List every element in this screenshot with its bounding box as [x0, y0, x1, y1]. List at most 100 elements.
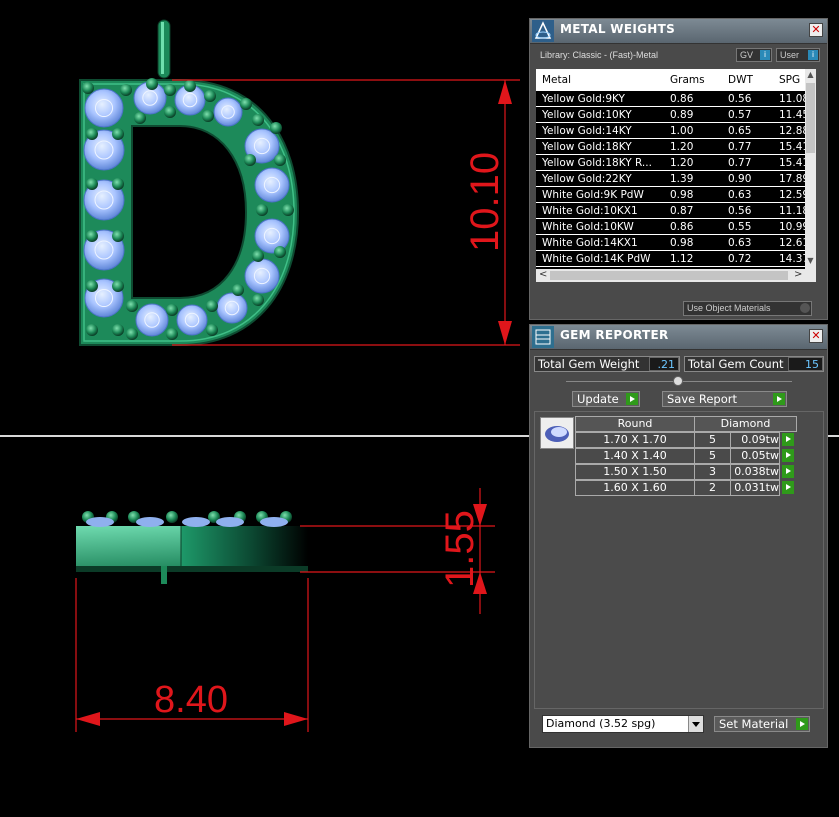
set-material-button[interactable]: Set Material	[714, 716, 810, 732]
scroll-right-icon[interactable]: >	[794, 269, 802, 280]
col-header-grams[interactable]: Grams	[670, 74, 705, 86]
metal-row[interactable]: White Gold:9K PdW 0.98 0.63 12.59	[536, 187, 809, 203]
prong-bead	[86, 280, 98, 292]
dwt-cell: 0.56	[728, 93, 752, 105]
prong-bead	[126, 300, 138, 312]
gem-shape-header: Round	[575, 416, 695, 432]
grams-cell: 1.39	[670, 173, 694, 185]
chevron-down-icon[interactable]	[688, 716, 703, 732]
round-diamond-thumbnail[interactable]	[540, 417, 574, 449]
metal-name-cell: Yellow Gold:18KY R...	[542, 157, 652, 169]
metal-row[interactable]: Yellow Gold:18KY R... 1.20 0.77 15.41	[536, 155, 809, 171]
user-info-icon: i	[808, 50, 818, 60]
col-header-dwt[interactable]: DWT	[728, 74, 753, 86]
metal-row[interactable]: White Gold:14KX1 0.98 0.63 12.61	[536, 235, 809, 251]
scroll-down-icon[interactable]: ▼	[806, 257, 815, 265]
prong-bead	[86, 324, 98, 336]
dwt-cell: 0.77	[728, 141, 752, 153]
prong-bead	[252, 114, 264, 126]
metal-row[interactable]: Yellow Gold:14KY 1.00 0.65 12.88	[536, 123, 809, 139]
prong-bead	[244, 154, 256, 166]
splitter-handle[interactable]	[673, 376, 683, 386]
gem-material-header: Diamond	[694, 416, 797, 432]
side-gem	[216, 517, 244, 527]
update-label: Update	[577, 392, 619, 406]
gem	[135, 303, 169, 337]
dwt-cell: 0.63	[728, 237, 752, 249]
prong-bead	[206, 300, 218, 312]
metal-row[interactable]: Yellow Gold:22KY 1.39 0.90 17.89	[536, 171, 809, 187]
metal-table[interactable]: Metal Grams DWT SPG Yellow Gold:9KY 0.86 0…	[536, 69, 816, 269]
prong-bead	[206, 324, 218, 336]
gem-reporter-titlebar[interactable]: GEM REPORTER ✕	[530, 325, 827, 350]
gem-weight-cell: 0.05tw	[730, 448, 780, 464]
gem-weight-cell: 0.031tw	[730, 480, 780, 496]
prong-bead	[126, 328, 138, 340]
gem	[176, 304, 208, 336]
hscroll-thumb[interactable]	[550, 271, 788, 280]
gem-row-go-icon[interactable]	[782, 481, 794, 494]
gem-reporter-title: GEM REPORTER	[560, 328, 669, 342]
gem-size-cell: 1.60 X 1.60	[575, 480, 695, 496]
update-button[interactable]: Update	[572, 391, 640, 407]
metal-table-hscroll[interactable]: < >	[536, 269, 816, 282]
gv-toggle[interactable]: GV i	[736, 48, 772, 62]
grams-cell: 0.89	[670, 109, 694, 121]
prong-bead	[146, 78, 158, 90]
metal-row[interactable]: Yellow Gold:10KY 0.89 0.57 11.45	[536, 107, 809, 123]
prong-bead	[204, 90, 216, 102]
prong-bead	[166, 304, 178, 316]
update-go-icon	[626, 393, 638, 405]
gem-row-go-icon[interactable]	[782, 449, 794, 462]
col-header-spg[interactable]: SPG	[779, 74, 800, 86]
gem	[216, 292, 248, 324]
vscroll-thumb[interactable]	[806, 83, 815, 153]
metal-name-cell: Yellow Gold:10KY	[542, 109, 632, 121]
gem-row-go-icon[interactable]	[782, 433, 794, 446]
metal-table-vscroll[interactable]: ▲ ▼	[805, 69, 816, 269]
col-header-metal[interactable]: Metal	[542, 74, 571, 86]
metal-row[interactable]: Yellow Gold:9KY 0.86 0.56 11.08	[536, 91, 809, 107]
prong-bead	[256, 204, 268, 216]
gem-reporter-close-icon[interactable]: ✕	[809, 329, 823, 343]
dwt-cell: 0.90	[728, 173, 752, 185]
metal-name-cell: Yellow Gold:9KY	[542, 93, 625, 105]
gem-row-go-icon[interactable]	[782, 465, 794, 478]
prong-bead	[112, 230, 124, 242]
prong-bead	[86, 230, 98, 242]
gem-count-cell: 3	[694, 464, 731, 480]
gem	[84, 88, 124, 128]
scroll-up-icon[interactable]: ▲	[806, 71, 815, 79]
round-gem-icon	[545, 426, 569, 442]
material-select[interactable]: Diamond (3.52 spg)	[542, 715, 704, 733]
grams-cell: 0.98	[670, 189, 694, 201]
grams-cell: 0.87	[670, 205, 694, 217]
prong-bead	[274, 246, 286, 258]
metal-row[interactable]: White Gold:10KW 0.86 0.55 10.99	[536, 219, 809, 235]
prong-bead	[166, 328, 178, 340]
prong-bead	[184, 80, 196, 92]
set-material-go-icon	[796, 718, 808, 730]
metal-weights-close-icon[interactable]: ✕	[809, 23, 823, 37]
metal-row[interactable]: White Gold:10KX1 0.87 0.56 11.18	[536, 203, 809, 219]
dwt-cell: 0.57	[728, 109, 752, 121]
dim-height-top-value: 10.10	[463, 152, 507, 252]
prong-bead	[82, 82, 94, 94]
grams-cell: 1.20	[670, 157, 694, 169]
metal-weights-titlebar[interactable]: METAL WEIGHTS ✕	[530, 19, 827, 44]
use-object-materials-toggle[interactable]: Use Object Materials	[683, 301, 812, 316]
user-toggle[interactable]: User i	[776, 48, 820, 62]
scroll-left-icon[interactable]: <	[539, 269, 547, 280]
save-report-button[interactable]: Save Report	[662, 391, 787, 407]
gem	[244, 258, 280, 294]
side-view-gems	[82, 511, 292, 527]
prong-bead	[252, 250, 264, 262]
use-object-materials-label: Use Object Materials	[687, 303, 771, 313]
material-select-value: Diamond (3.52 spg)	[546, 717, 656, 730]
metal-row[interactable]: White Gold:14K PdW 1.12 0.72 14.37	[536, 251, 809, 267]
grams-cell: 0.98	[670, 237, 694, 249]
metal-row[interactable]: Yellow Gold:18KY 1.20 0.77 15.41	[536, 139, 809, 155]
side-view-model	[76, 526, 308, 584]
prong-bead	[112, 280, 124, 292]
library-label: Library: Classic - (Fast)-Metal	[540, 50, 659, 60]
